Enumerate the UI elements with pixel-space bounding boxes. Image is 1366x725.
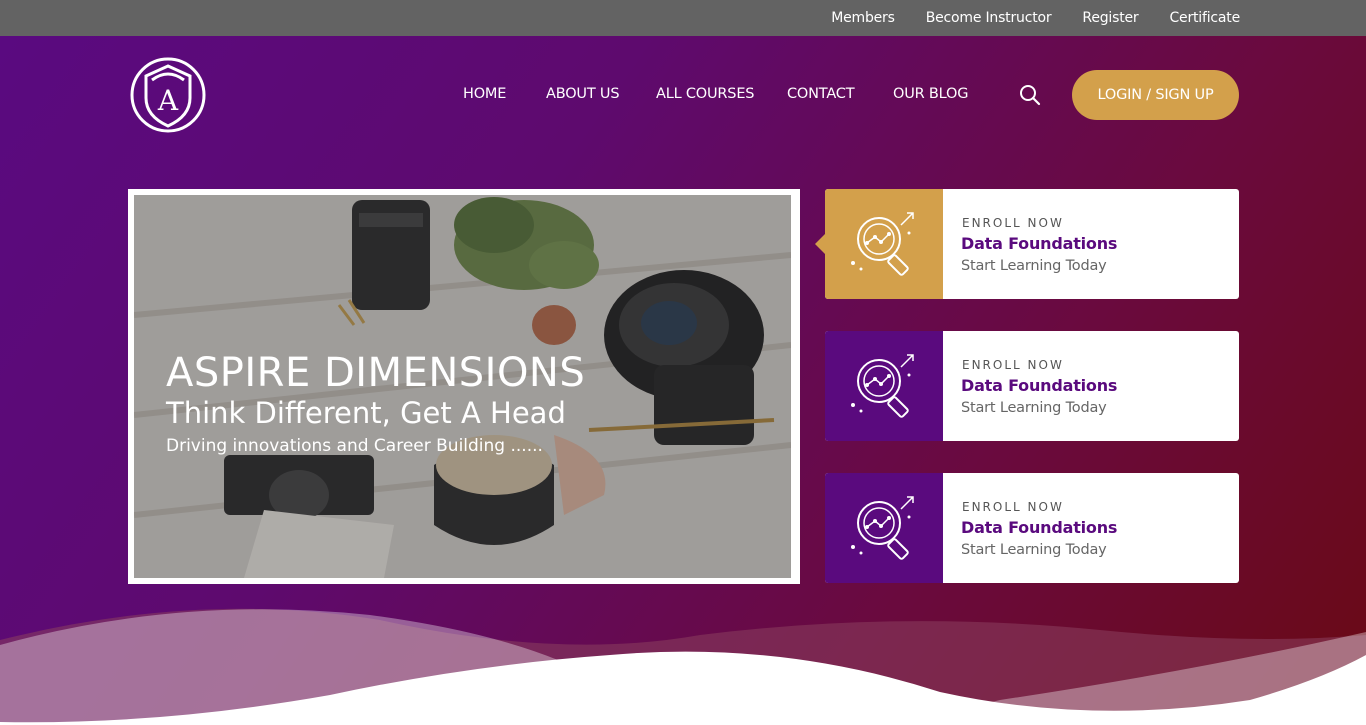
course-title[interactable]: Data Foundations bbox=[961, 518, 1117, 537]
course-icon-box bbox=[825, 189, 943, 299]
certificate-link[interactable]: Certificate bbox=[1169, 10, 1240, 26]
nav-about-us[interactable]: ABOUT US bbox=[546, 86, 620, 102]
svg-text:A: A bbox=[157, 84, 179, 117]
site-logo[interactable]: A bbox=[130, 54, 207, 137]
nav-home[interactable]: HOME bbox=[463, 86, 506, 102]
course-subtitle: Start Learning Today bbox=[961, 258, 1107, 274]
enroll-label: ENROLL NOW bbox=[962, 358, 1064, 372]
top-links: Members Become Instructor Register Certi… bbox=[831, 0, 1240, 36]
slider-tagline: Driving innovations and Career Building … bbox=[166, 436, 543, 456]
nav-our-blog[interactable]: OUR BLOG bbox=[893, 86, 968, 102]
become-instructor-link[interactable]: Become Instructor bbox=[926, 10, 1052, 26]
data-analysis-icon bbox=[851, 354, 914, 418]
course-card[interactable]: ENROLL NOW Data Foundations Start Learni… bbox=[825, 331, 1239, 441]
search-icon[interactable] bbox=[1019, 84, 1041, 106]
course-subtitle: Start Learning Today bbox=[961, 400, 1107, 416]
active-pointer bbox=[815, 234, 825, 254]
course-subtitle: Start Learning Today bbox=[961, 542, 1107, 558]
decorative-waves bbox=[0, 608, 1366, 725]
slider-title: ASPIRE DIMENSIONS bbox=[166, 350, 586, 396]
main-nav: HOME ABOUT US ALL COURSES CONTACT OUR BL… bbox=[463, 86, 983, 106]
course-icon-box bbox=[825, 331, 943, 441]
login-signup-button[interactable]: LOGIN / SIGN UP bbox=[1072, 70, 1239, 120]
course-title[interactable]: Data Foundations bbox=[961, 234, 1117, 253]
enroll-label: ENROLL NOW bbox=[962, 500, 1064, 514]
nav-contact[interactable]: CONTACT bbox=[787, 86, 855, 102]
register-link[interactable]: Register bbox=[1082, 10, 1138, 26]
nav-all-courses[interactable]: ALL COURSES bbox=[656, 86, 754, 102]
data-analysis-icon bbox=[851, 496, 914, 560]
data-analysis-icon bbox=[851, 212, 914, 276]
course-card[interactable]: ENROLL NOW Data Foundations Start Learni… bbox=[815, 189, 1239, 299]
course-title[interactable]: Data Foundations bbox=[961, 376, 1117, 395]
hero-photo: ASPIRE DIMENSIONS Think Different, Get A… bbox=[134, 195, 791, 578]
slider-caption: ASPIRE DIMENSIONS Think Different, Get A… bbox=[166, 351, 585, 461]
hero-slider: ASPIRE DIMENSIONS Think Different, Get A… bbox=[128, 189, 800, 584]
slider-subtitle: Think Different, Get A Head bbox=[166, 396, 566, 430]
enroll-label: ENROLL NOW bbox=[962, 216, 1064, 230]
members-link[interactable]: Members bbox=[831, 10, 895, 26]
top-bar: Members Become Instructor Register Certi… bbox=[0, 0, 1366, 36]
